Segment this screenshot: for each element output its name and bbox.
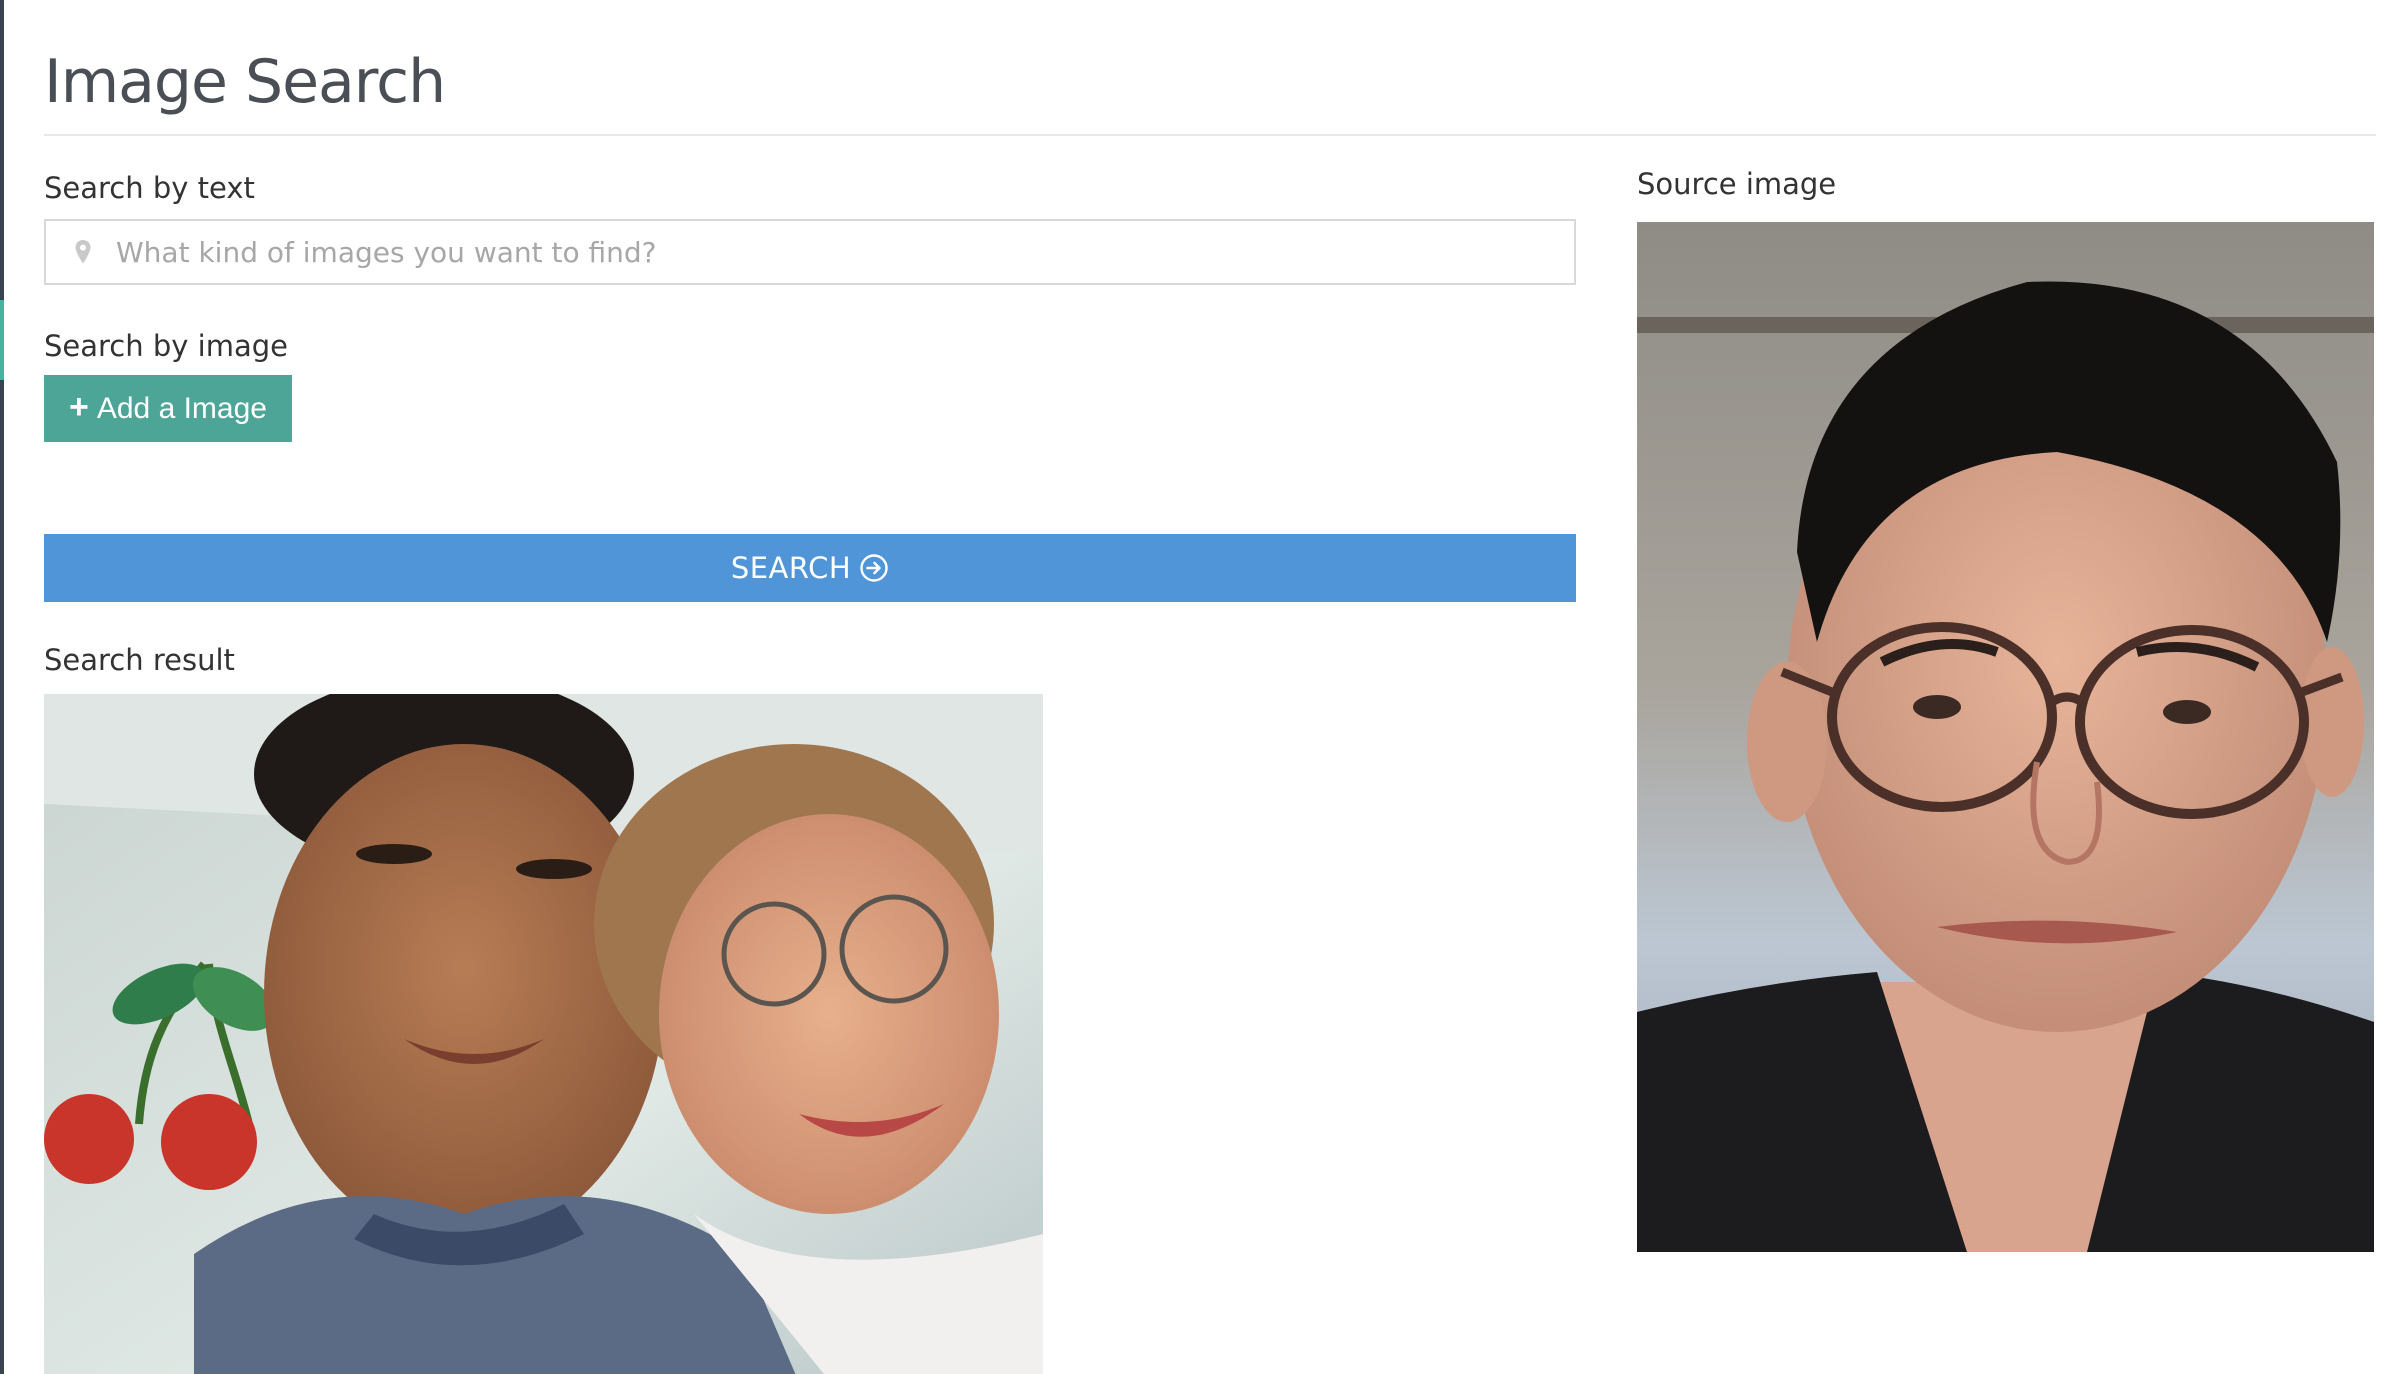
add-image-button-label: Add a Image	[96, 391, 267, 425]
search-result-label: Search result	[44, 643, 235, 677]
search-by-image-label: Search by image	[44, 329, 288, 363]
source-image[interactable]	[1637, 222, 2374, 1252]
search-input[interactable]	[116, 221, 1574, 283]
search-by-text-label: Search by text	[44, 171, 255, 205]
search-button-label: SEARCH	[730, 551, 852, 585]
map-marker-icon	[72, 237, 94, 267]
title-divider	[44, 134, 2376, 136]
source-image-label: Source image	[1637, 167, 1837, 201]
search-button[interactable]: SEARCH	[44, 534, 1576, 602]
search-text-field[interactable]	[44, 219, 1576, 285]
left-edge-accent	[0, 300, 4, 380]
left-edge-bar	[0, 0, 4, 1374]
page-title: Image Search	[44, 47, 446, 117]
plus-icon: +	[69, 388, 89, 426]
search-result-image[interactable]	[44, 694, 1043, 1374]
add-image-button[interactable]: + Add a Image	[44, 375, 292, 442]
circle-arrow-right-icon	[859, 553, 889, 583]
